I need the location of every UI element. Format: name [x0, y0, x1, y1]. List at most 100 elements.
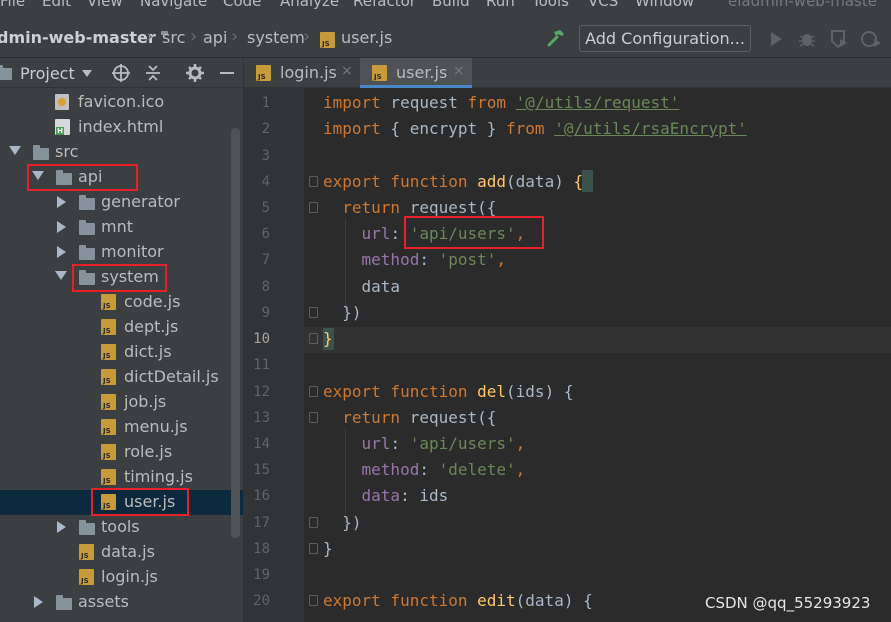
tree-item-favicon[interactable]: favicon.ico [0, 90, 243, 115]
tree-item-label: favicon.ico [78, 92, 165, 111]
tree-item-monitor[interactable]: monitor [0, 240, 243, 265]
code-line-7[interactable]: method: 'post', [323, 250, 507, 269]
tree-item-label: monitor [101, 242, 164, 261]
tree-item-dictdetail-js[interactable]: dictDetail.js [0, 365, 243, 390]
tree-item-code-js[interactable]: code.js [0, 290, 243, 315]
menu-view[interactable]: View [87, 0, 123, 10]
fold-marker-icon[interactable] [309, 176, 318, 187]
collapse-arrow-icon[interactable] [57, 521, 66, 533]
add-configuration-button[interactable]: Add Configuration... [579, 25, 751, 52]
js-file-icon [101, 419, 116, 435]
fold-marker-icon[interactable] [309, 333, 318, 344]
minimize-icon[interactable] [217, 63, 237, 83]
fold-marker-icon[interactable] [309, 595, 318, 606]
line-number: 13 [253, 410, 270, 426]
build-hammer-icon[interactable] [545, 27, 567, 49]
tree-item-role-js[interactable]: role.js [0, 440, 243, 465]
run-icon[interactable] [765, 28, 787, 50]
code-token: { encrypt } [380, 119, 507, 138]
debug-icon[interactable] [796, 28, 818, 50]
profile-icon[interactable] [860, 28, 882, 50]
fold-marker-icon[interactable] [309, 543, 318, 554]
code-line-4[interactable]: export function add(data) { [323, 172, 583, 191]
project-scrollbar[interactable] [231, 128, 240, 538]
tab-user-js[interactable]: user.js × [360, 58, 472, 88]
menu-run[interactable]: Run [486, 0, 515, 10]
code-line-12[interactable]: export function del(ids) { [323, 382, 573, 401]
breadcrumb-project[interactable]: dmin-web-master [0, 28, 156, 47]
tree-item-index-html[interactable]: index.html [0, 115, 243, 140]
menu-code[interactable]: Code [223, 0, 261, 10]
code-line-10[interactable]: } [323, 329, 333, 348]
code-line-5[interactable]: return request({ [323, 198, 496, 217]
tree-item-data-js[interactable]: data.js [0, 540, 243, 565]
fold-marker-icon[interactable] [309, 202, 318, 213]
tree-item-dept-js[interactable]: dept.js [0, 315, 243, 340]
code-token: 'delete' [438, 460, 516, 479]
breadcrumb-api[interactable]: api [203, 28, 227, 47]
code-line-9[interactable]: }) [323, 303, 361, 322]
tree-item-menu-js[interactable]: menu.js [0, 415, 243, 440]
line-number: 2 [261, 121, 270, 137]
breadcrumb-user-js[interactable]: user.js [341, 28, 392, 47]
collapse-arrow-icon[interactable] [57, 246, 66, 258]
code-line-17[interactable]: }) [323, 513, 361, 532]
project-panel-title[interactable]: Project [20, 64, 75, 83]
menu-tools[interactable]: Tools [532, 0, 569, 10]
locate-target-icon[interactable] [111, 63, 131, 83]
coverage-icon[interactable] [828, 28, 850, 50]
code-line-20[interactable]: export function edit(data) { [323, 591, 593, 610]
tab-login-js[interactable]: login.js × [244, 58, 356, 88]
code-token: data [323, 486, 401, 505]
expand-arrow-icon[interactable] [9, 146, 21, 155]
tree-item-job-js[interactable]: job.js [0, 390, 243, 415]
code-line-16[interactable]: data: ids [323, 486, 449, 505]
collapse-arrow-icon[interactable] [57, 221, 66, 233]
menu-navigate[interactable]: Navigate [140, 0, 207, 10]
tree-item-src[interactable]: src [0, 140, 243, 165]
chevron-down-icon[interactable] [82, 70, 92, 77]
code-line-1[interactable]: import request from '@/utils/request' [323, 93, 679, 112]
code-line-14[interactable]: url: 'api/users', [323, 434, 526, 453]
tree-item-label: index.html [78, 117, 164, 136]
tree-item-label: tools [101, 517, 140, 536]
close-icon[interactable]: × [453, 63, 465, 79]
breadcrumb-system[interactable]: system [247, 28, 305, 47]
collapse-all-icon[interactable] [143, 63, 163, 83]
tree-item-tools[interactable]: tools [0, 515, 243, 540]
code-token: method [323, 460, 420, 479]
code-token: '@/utils/rsaEncrypt' [554, 119, 747, 138]
fold-marker-icon[interactable] [309, 386, 318, 397]
code-line-15[interactable]: method: 'delete', [323, 460, 526, 479]
fold-marker-icon[interactable] [309, 307, 318, 318]
gear-icon[interactable] [185, 63, 205, 83]
code-token: url [323, 434, 391, 453]
tree-item-generator[interactable]: generator [0, 190, 243, 215]
tree-item-dict-js[interactable]: dict.js [0, 340, 243, 365]
close-icon[interactable]: × [341, 63, 353, 79]
watermark: CSDN @qq_55293923 [705, 594, 871, 612]
code-line-18[interactable]: } [323, 539, 333, 558]
tree-item-assets[interactable]: assets [0, 590, 243, 615]
tree-item-timing-js[interactable]: timing.js [0, 465, 243, 490]
tree-item-mnt[interactable]: mnt [0, 215, 243, 240]
menu-analyze[interactable]: Analyze [280, 0, 339, 10]
code-line-8[interactable]: data [323, 277, 401, 296]
collapse-arrow-icon[interactable] [57, 196, 66, 208]
fold-marker-icon[interactable] [309, 412, 318, 423]
code-line-13[interactable]: return request({ [323, 408, 496, 427]
fold-marker-icon[interactable] [309, 517, 318, 528]
collapse-arrow-icon[interactable] [34, 596, 43, 608]
breadcrumb-src[interactable]: src [162, 28, 185, 47]
expand-arrow-icon[interactable] [55, 271, 67, 280]
menu-window[interactable]: Window [635, 0, 694, 10]
menu-vcs[interactable]: VCS [588, 0, 618, 10]
code-line-2[interactable]: import { encrypt } from '@/utils/rsaEncr… [323, 119, 747, 138]
menu-edit[interactable]: Edit [42, 0, 71, 10]
menu-build[interactable]: Build [432, 0, 470, 10]
code-token: request({ [409, 408, 497, 427]
menu-refactor[interactable]: Refactor [353, 0, 416, 10]
tree-item-login-js[interactable]: login.js [0, 565, 243, 590]
menu-file[interactable]: File [0, 0, 25, 10]
